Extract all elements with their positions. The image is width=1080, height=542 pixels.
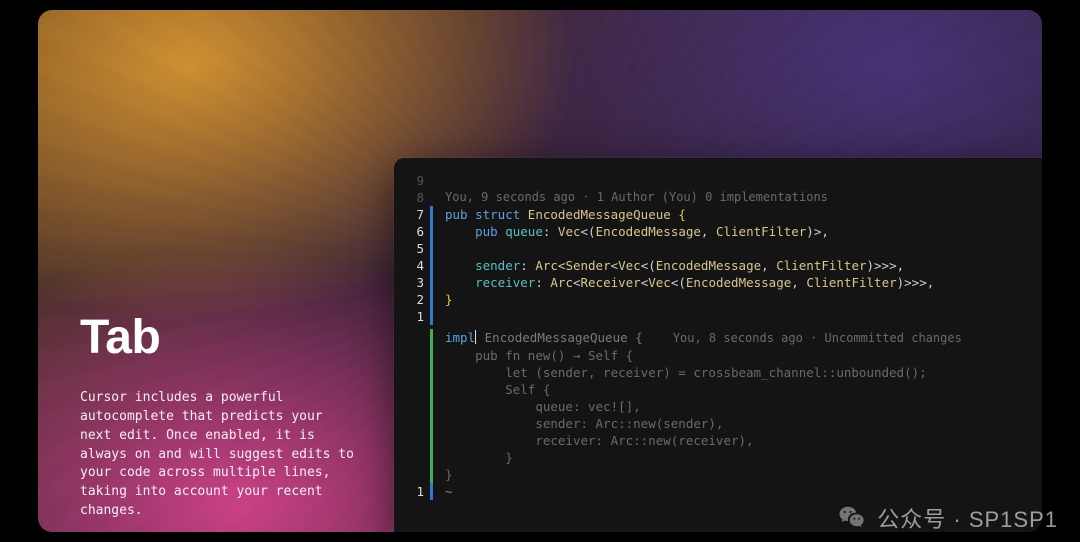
gutter-number: 1 [408, 308, 430, 325]
codelens-text[interactable]: You, 9 seconds ago · 1 Author (You) 0 im… [445, 189, 828, 206]
diff-bar-modified [430, 308, 433, 325]
gutter-number: 7 [408, 206, 430, 223]
token-field: queue [505, 224, 543, 239]
feature-title: Tab [80, 310, 360, 365]
suggestion-line[interactable]: let (sender, receiver) = crossbeam_chann… [408, 364, 1042, 381]
code-line: 9 [408, 172, 1042, 189]
diff-bar-modified [430, 291, 433, 308]
text-cursor [475, 330, 476, 344]
token-type: EncodedMessageQueue [528, 207, 671, 222]
diff-bar-added [430, 329, 433, 347]
feature-card: Tab Cursor includes a powerful autocompl… [38, 10, 1042, 532]
token-type: ClientFilter [806, 275, 896, 290]
diff-bar-modified [430, 274, 433, 291]
token-keyword: impl [445, 330, 475, 345]
token-type: Receiver [581, 275, 641, 290]
suggestion-line[interactable]: } [408, 466, 1042, 483]
code-editor[interactable]: 9 8 You, 9 seconds ago · 1 Author (You) … [394, 158, 1042, 532]
token-type: ClientFilter [776, 258, 866, 273]
end-of-buffer-tilde: ~ [445, 484, 453, 499]
gutter-number: 4 [408, 257, 430, 274]
diff-bar [430, 172, 433, 189]
token-field: sender [475, 258, 520, 273]
token-type: EncodedMessage [596, 224, 701, 239]
diff-bar-added [430, 364, 433, 381]
diff-bar-added [430, 381, 433, 398]
ghost-text: queue: vec![], [475, 399, 641, 414]
gutter-number: 3 [408, 274, 430, 291]
gutter-number: 1 [408, 483, 430, 500]
ghost-text: receiver: Arc::new(receiver), [475, 433, 753, 448]
code-line: 1 [408, 308, 1042, 325]
diff-bar-modified [430, 206, 433, 223]
suggestion-line[interactable]: } [408, 449, 1042, 466]
token-type-dim: EncodedMessageQueue [485, 330, 628, 345]
token-field: receiver [475, 275, 535, 290]
gutter-number: 6 [408, 223, 430, 240]
token-keyword: pub [475, 224, 498, 239]
diff-bar [430, 189, 433, 206]
token-type: ClientFilter [716, 224, 806, 239]
diff-bar-modified [430, 257, 433, 274]
code-line-impl: impl EncodedMessageQueue { You, 8 second… [408, 329, 1042, 347]
diff-bar-added [430, 415, 433, 432]
token-type: Sender [565, 258, 610, 273]
ghost-text: pub fn new() → Self { [475, 348, 633, 363]
diff-bar-added [430, 449, 433, 466]
ghost-text: let (sender, receiver) = crossbeam_chann… [475, 365, 927, 380]
suggestion-line[interactable]: receiver: Arc::new(receiver), [408, 432, 1042, 449]
diff-bar-added [430, 398, 433, 415]
token-type: EncodedMessage [656, 258, 761, 273]
diff-bar-added [430, 466, 433, 483]
token-type: Vec [648, 275, 671, 290]
gutter-number: 2 [408, 291, 430, 308]
code-line: 3 receiver: Arc<Receiver<Vec<(EncodedMes… [408, 274, 1042, 291]
token-type: Arc [550, 275, 573, 290]
token-keyword: pub [445, 207, 468, 222]
token-keyword: struct [475, 207, 520, 222]
suggestion-line[interactable]: pub fn new() → Self { [408, 347, 1042, 364]
code-line: 7 pub struct EncodedMessageQueue { [408, 206, 1042, 223]
diff-bar-modified [430, 483, 433, 500]
diff-bar-added [430, 347, 433, 364]
suggestion-line[interactable]: sender: Arc::new(sender), [408, 415, 1042, 432]
suggestion-line[interactable]: queue: vec![], [408, 398, 1042, 415]
ghost-text: } [475, 450, 513, 465]
inline-codelens[interactable]: You, 8 seconds ago · Uncommitted changes [673, 331, 962, 345]
token-type: EncodedMessage [686, 275, 791, 290]
gutter-number: 8 [408, 189, 430, 206]
diff-bar-added [430, 432, 433, 449]
token-type: Arc [535, 258, 558, 273]
gutter-number: 5 [408, 240, 430, 257]
feature-description: Cursor includes a powerful autocomplete … [80, 389, 360, 521]
feature-description-panel: Tab Cursor includes a powerful autocompl… [80, 310, 360, 521]
token-type: Vec [558, 224, 581, 239]
diff-bar-modified [430, 240, 433, 257]
code-area: 9 8 You, 9 seconds ago · 1 Author (You) … [394, 158, 1042, 514]
gutter-number: 9 [408, 172, 430, 189]
code-line: 4 sender: Arc<Sender<Vec<(EncodedMessage… [408, 257, 1042, 274]
ghost-text: } [445, 467, 453, 482]
suggestion-line[interactable]: Self { [408, 381, 1042, 398]
code-line: 1 ~ [408, 483, 1042, 500]
code-line: 6 pub queue: Vec<(EncodedMessage, Client… [408, 223, 1042, 240]
codelens-line[interactable]: 8 You, 9 seconds ago · 1 Author (You) 0 … [408, 189, 1042, 206]
code-line: 2 } [408, 291, 1042, 308]
code-line: 5 [408, 240, 1042, 257]
ghost-text: Self { [475, 382, 550, 397]
token-type: Vec [618, 258, 641, 273]
ghost-text: sender: Arc::new(sender), [475, 416, 723, 431]
diff-bar-modified [430, 223, 433, 240]
